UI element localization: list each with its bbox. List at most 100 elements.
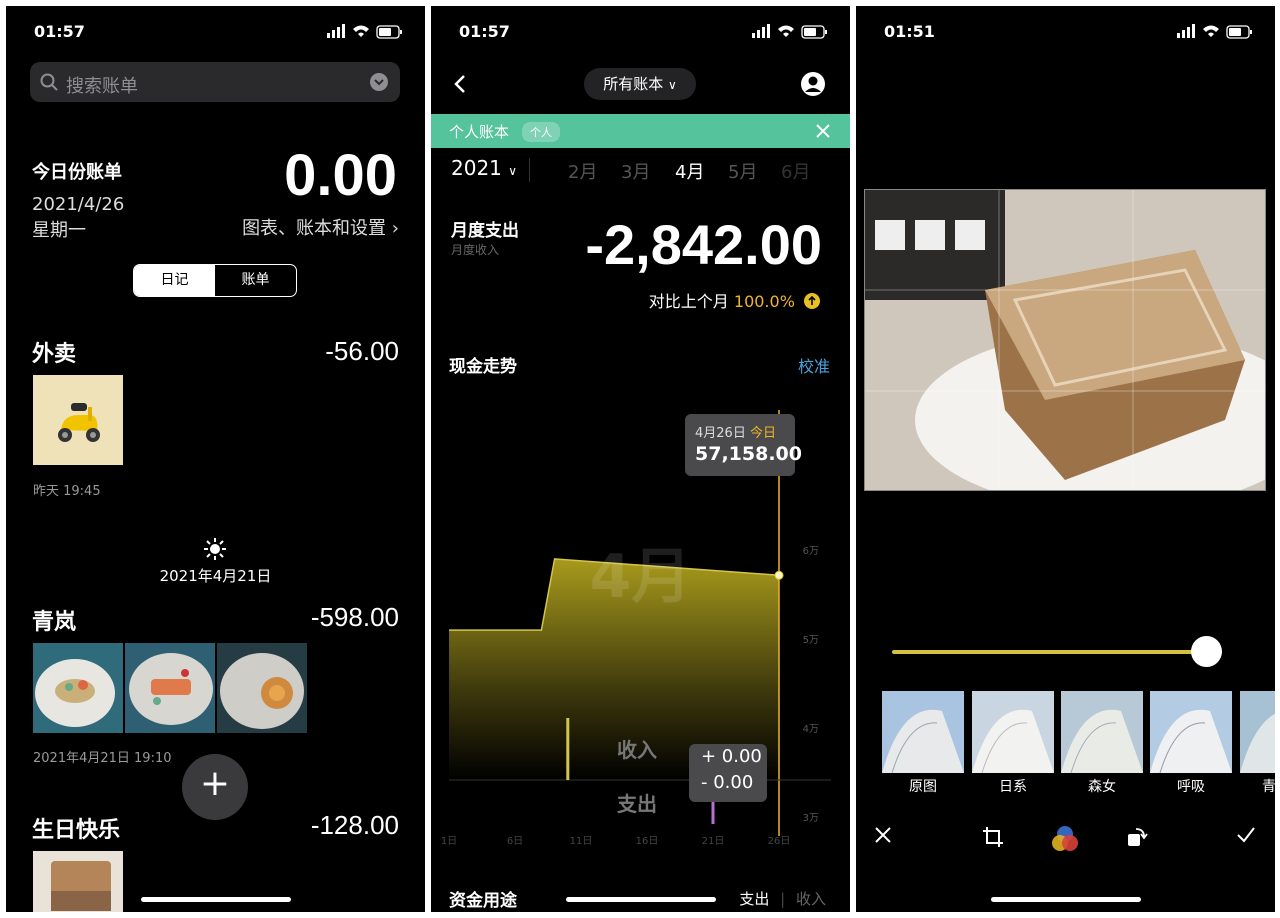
filter-thumb[interactable] <box>1061 691 1143 773</box>
close-icon[interactable] <box>874 826 892 844</box>
entry-photo[interactable] <box>217 643 307 733</box>
filter-thumb[interactable] <box>882 691 964 773</box>
home-indicator <box>990 897 1141 902</box>
building-photo <box>1240 691 1275 773</box>
cake-photo <box>865 190 1265 490</box>
crop-icon[interactable] <box>982 826 1004 848</box>
charts-settings-link[interactable]: 图表、账本和设置 › <box>242 214 399 240</box>
calibrate-button[interactable]: 校准 <box>798 353 830 377</box>
filter-label: 原图 <box>909 779 937 795</box>
chevron-right-icon: › <box>391 218 399 239</box>
tab-diary[interactable]: 日记 <box>134 265 215 296</box>
entry-photo[interactable] <box>33 851 123 912</box>
account-book-selector[interactable]: 所有账本 ∨ <box>584 68 696 100</box>
x-tick-label: 16日 <box>636 836 659 847</box>
expense-axis-label: 支出 <box>617 792 657 816</box>
year-selector[interactable]: 2021 ∨ <box>451 156 517 180</box>
chevron-down-icon: ∨ <box>508 164 518 178</box>
expense-value: - 0.00 <box>701 772 754 793</box>
search-icon <box>40 73 58 91</box>
expense-bar <box>711 800 715 824</box>
fund-usage-title: 资金用途 <box>449 891 517 911</box>
y-tick-label: 3万 <box>803 813 819 824</box>
x-tick-label: 21日 <box>702 836 725 847</box>
entry-amount: -56.00 <box>325 336 399 366</box>
year-label: 2021 <box>451 156 502 180</box>
status-icons <box>1177 24 1252 39</box>
plus-icon: + <box>199 763 231 804</box>
entry-title[interactable]: 外卖 <box>32 336 76 368</box>
usage-tab-expense[interactable]: 支出 <box>739 890 769 908</box>
month-tab[interactable]: 3月 <box>621 158 650 184</box>
today-bill-label: 今日份账单 <box>32 162 122 183</box>
month-tab[interactable]: 6月 <box>781 158 810 184</box>
dish-photo <box>220 653 304 729</box>
photo-preview[interactable] <box>864 189 1266 491</box>
chevron-down-icon: ∨ <box>668 78 677 92</box>
rotate-icon[interactable] <box>1126 826 1148 848</box>
x-tick-label: 6日 <box>507 836 523 847</box>
entry-photo[interactable] <box>125 643 215 733</box>
add-entry-button[interactable]: + <box>182 754 248 820</box>
month-tab[interactable]: 2月 <box>568 158 597 184</box>
filter-intensity-slider[interactable] <box>892 650 1222 654</box>
building-photo <box>882 691 964 773</box>
status-icons <box>752 24 827 39</box>
color-filter-icon[interactable] <box>1050 824 1080 854</box>
compare-percent: 100.0% <box>733 292 795 311</box>
profile-icon[interactable] <box>800 71 826 97</box>
search-bar[interactable]: 搜索账单 <box>30 62 400 102</box>
scooter-icon <box>58 403 100 442</box>
usage-tab-income[interactable]: 收入 <box>796 890 826 908</box>
dish-photo <box>35 659 115 727</box>
status-bar: 01:51 <box>856 6 1275 56</box>
close-icon[interactable] <box>816 124 830 138</box>
entry-time: 2021年4月21日 19:10 <box>33 751 172 766</box>
tooltip-date: 4月26日 <box>695 426 746 441</box>
entry-amount: -128.00 <box>310 810 399 840</box>
day-header: 2021年4月21日 <box>159 567 272 585</box>
filter-thumb[interactable] <box>972 691 1054 773</box>
status-time: 01:51 <box>884 22 935 41</box>
account-banner[interactable]: 个人账本 个人 <box>431 114 850 148</box>
monthly-income-label[interactable]: 月度收入 <box>451 241 499 258</box>
check-icon[interactable] <box>1236 826 1256 844</box>
account-book-label: 所有账本 <box>603 75 664 93</box>
tooltip-value: 57,158.00 <box>695 443 802 465</box>
entry-photo[interactable] <box>33 375 123 465</box>
filter-thumb[interactable] <box>1240 691 1275 773</box>
monthly-expense-label[interactable]: 月度支出 <box>451 216 519 241</box>
income-axis-label: 收入 <box>617 738 657 762</box>
filter-dropdown-icon[interactable] <box>370 73 388 91</box>
back-icon[interactable] <box>453 74 467 94</box>
status-icons <box>327 24 402 39</box>
cake-photo <box>33 851 123 912</box>
compare-label: 对比上个月 <box>648 292 729 311</box>
divider <box>529 158 530 182</box>
filter-label: 森女 <box>1088 779 1116 795</box>
month-tab-active[interactable]: 4月 <box>675 158 704 184</box>
view-segmented-control[interactable]: 日记 账单 <box>133 264 297 297</box>
filter-thumb[interactable] <box>1150 691 1232 773</box>
home-indicator <box>140 897 291 902</box>
entry-time: 昨天 19:45 <box>33 484 101 499</box>
entry-photo[interactable] <box>33 643 123 733</box>
usage-tabs[interactable]: 支出 | 收入 <box>739 888 826 909</box>
entry-title[interactable]: 生日快乐 <box>32 812 120 844</box>
current-date: 2021/4/26 <box>32 194 125 215</box>
dish-photo <box>129 653 213 725</box>
entry-title[interactable]: 青岚 <box>32 604 76 636</box>
chart-tooltip: 4月26日 今日 57,158.00 <box>685 414 802 476</box>
y-tick-label: 4万 <box>803 724 819 735</box>
y-tick-label: 5万 <box>803 635 819 646</box>
banner-tag: 个人 <box>522 122 560 142</box>
today-amount: 0.00 <box>284 143 397 208</box>
filter-label: 呼吸 <box>1177 779 1205 795</box>
slider-handle[interactable] <box>1190 636 1222 667</box>
monthly-stats-screen: 01:57 所有账本 ∨ 个人账本 个人 2021 ∨ 2月 3月 4月 5月 … <box>431 6 850 912</box>
building-photo <box>972 691 1054 773</box>
home-indicator <box>565 897 716 902</box>
month-tab[interactable]: 5月 <box>728 158 757 184</box>
photo-editor-screen: 01:51 原图 日系 森女 呼吸 青 <box>856 6 1275 912</box>
tab-bills[interactable]: 账单 <box>215 265 296 296</box>
